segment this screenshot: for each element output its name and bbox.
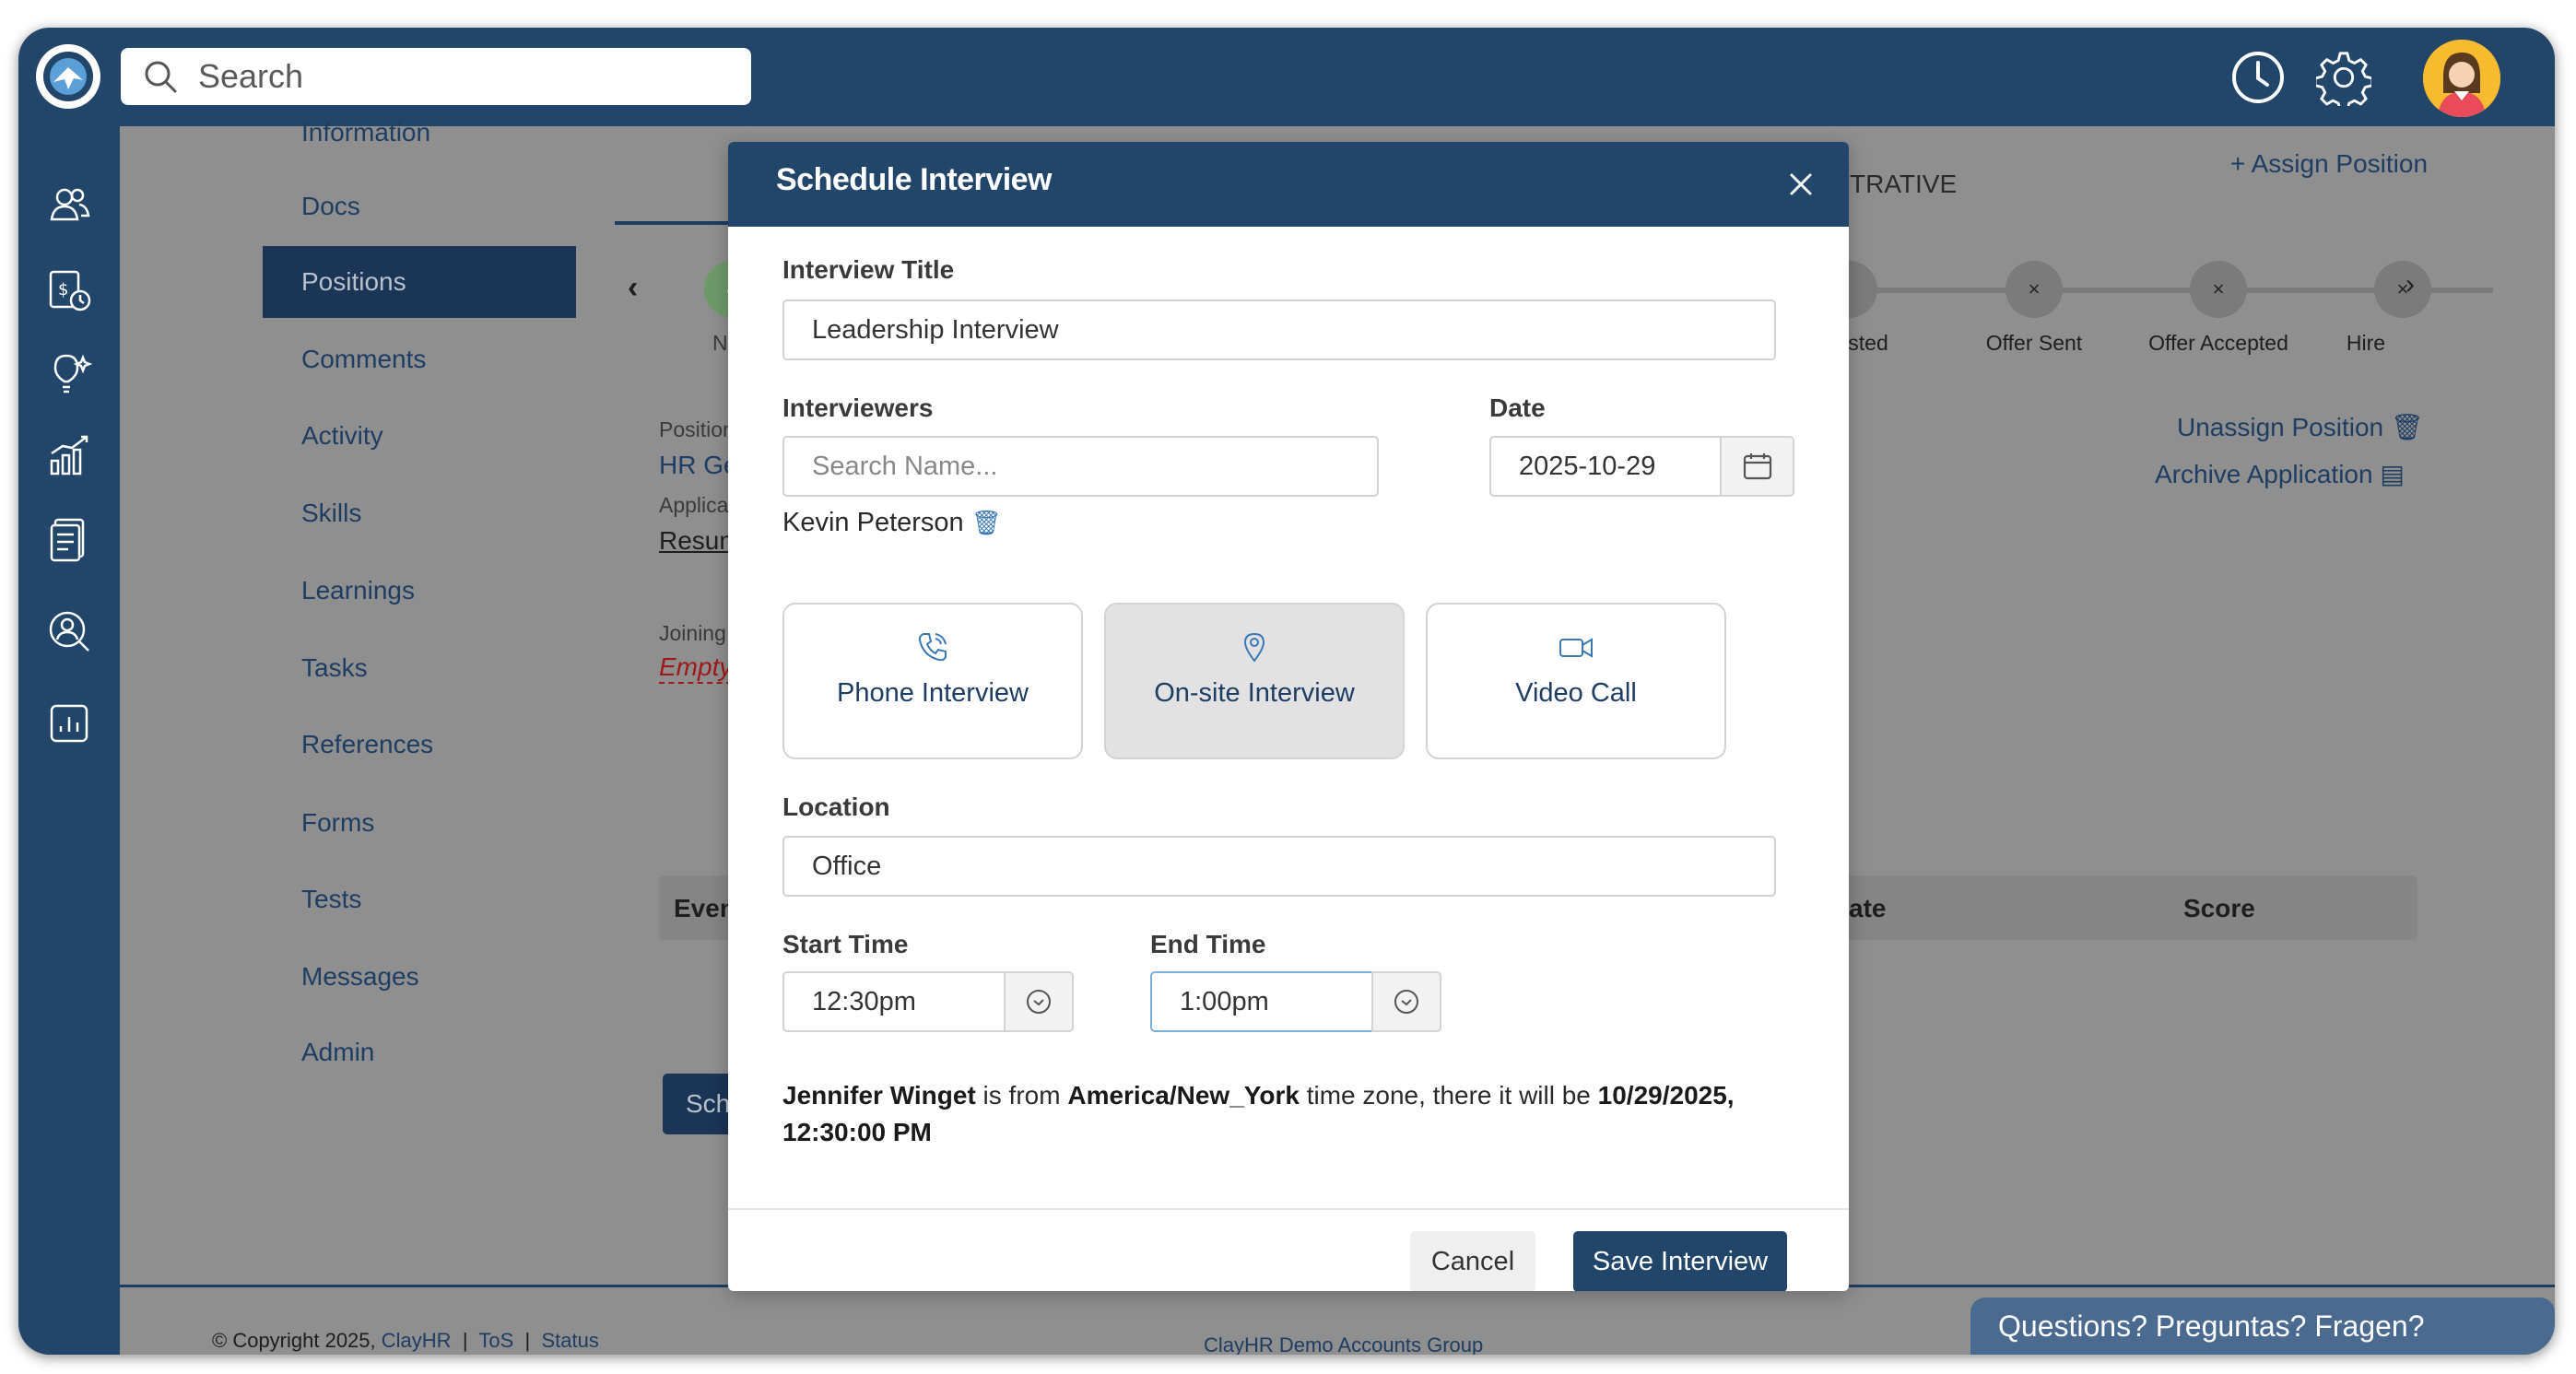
subnav-item-positions[interactable]: Positions <box>263 246 576 318</box>
footer-tos-link[interactable]: ToS <box>478 1329 513 1352</box>
clock-icon[interactable] <box>1371 971 1441 1032</box>
date-input[interactable] <box>1489 436 1722 497</box>
score-column-header: Score <box>2183 894 2255 922</box>
pipeline-next-arrow[interactable]: › <box>2405 269 2415 300</box>
avatar[interactable] <box>2423 40 2500 117</box>
application-label: Applicati <box>659 493 739 517</box>
trash-icon[interactable]: 🗑 <box>971 509 1002 536</box>
location-label: Location <box>782 793 890 821</box>
person-search-icon[interactable] <box>41 604 97 659</box>
search-input[interactable] <box>196 56 716 97</box>
subnav-item-tasks[interactable]: Tasks <box>263 632 576 704</box>
subnav-item-comments[interactable]: Comments <box>263 323 576 395</box>
footer-status-link[interactable]: Status <box>541 1329 598 1352</box>
people-icon[interactable] <box>41 178 97 233</box>
pipeline-step-label: Offer Accepted <box>2148 331 2288 355</box>
subnav-item-skills[interactable]: Skills <box>263 477 576 549</box>
pipeline-step-offer-accepted[interactable]: × <box>2190 261 2247 318</box>
interviewers-label: Interviewers <box>782 393 934 422</box>
video-call-option[interactable]: Video Call <box>1426 603 1726 759</box>
save-interview-button[interactable]: Save Interview <box>1573 1231 1787 1291</box>
footer-company-link[interactable]: ClayHR <box>382 1329 452 1352</box>
subnav-item-docs[interactable]: Docs <box>263 170 576 242</box>
pipeline-step-label: sted <box>1848 331 1888 355</box>
pipeline-step-offer-sent[interactable]: × <box>2006 261 2063 318</box>
trash-icon: 🗑 <box>2390 413 2424 441</box>
onsite-interview-label: On-site Interview <box>1154 678 1355 708</box>
interview-title-input[interactable] <box>782 299 1776 360</box>
schedule-interview-dialog: Schedule Interview Interview Title Inter… <box>728 142 1849 1291</box>
phone-interview-option[interactable]: Phone Interview <box>782 603 1083 759</box>
start-time-label: Start Time <box>782 930 909 958</box>
search-icon <box>145 61 177 93</box>
app-window: $ <box>18 28 2555 1355</box>
phone-interview-label: Phone Interview <box>837 678 1029 708</box>
date-column-header: ate <box>1849 894 1887 922</box>
video-camera-icon <box>1559 638 1593 658</box>
end-time-label: End Time <box>1150 930 1266 958</box>
left-nav-rail: $ <box>18 126 120 1355</box>
location-input[interactable] <box>782 836 1776 897</box>
start-time-input[interactable] <box>782 971 1006 1032</box>
plus-icon: + <box>2230 149 2252 178</box>
archive-application-link[interactable]: Archive Application ▤ <box>2155 459 2405 489</box>
assign-position-link[interactable]: + Assign Position <box>2230 149 2428 179</box>
date-label: Date <box>1489 393 1546 422</box>
subnav-item-messages[interactable]: Messages <box>263 941 576 1013</box>
location-pin-icon <box>1243 632 1265 663</box>
phone-icon <box>918 633 947 662</box>
svg-text:$: $ <box>58 280 68 299</box>
close-icon[interactable] <box>1782 166 1819 203</box>
pipeline-step-hire[interactable]: × <box>2374 261 2431 318</box>
interviewer-search-input[interactable] <box>782 436 1379 497</box>
interview-title-label: Interview Title <box>782 255 955 284</box>
pipeline-prev-arrow[interactable]: ‹ <box>628 270 638 306</box>
footer-left: © Copyright 2025, ClayHR | ToS | Status <box>212 1329 599 1352</box>
subnav-item-admin[interactable]: Admin <box>263 1016 576 1088</box>
lightbulb-icon[interactable] <box>41 346 97 401</box>
video-call-label: Video Call <box>1515 678 1637 708</box>
dialog-header: Schedule Interview <box>728 142 1849 227</box>
subnav-item-references[interactable]: References <box>263 709 576 781</box>
footer-group: ClayHR Demo Accounts Group <box>1204 1333 1484 1355</box>
archive-icon: ▤ <box>2380 460 2405 488</box>
document-icon[interactable] <box>41 511 97 567</box>
subnav-item-forms[interactable]: Forms <box>263 787 576 859</box>
joining-date-value[interactable]: Empty <box>659 652 733 684</box>
report-icon[interactable] <box>41 696 97 751</box>
chat-widget[interactable]: Questions? Preguntas? Fragen? <box>1970 1298 2555 1355</box>
interviewer-chip: Kevin Peterson 🗑 <box>782 508 1002 537</box>
pipeline-step-label: Offer Sent <box>1985 331 2083 355</box>
clock-icon[interactable] <box>2230 50 2286 105</box>
dialog-footer-divider <box>728 1208 1849 1210</box>
clock-icon[interactable] <box>1004 971 1074 1032</box>
subnav-item-learnings[interactable]: Learnings <box>263 555 576 627</box>
dialog-title: Schedule Interview <box>776 162 1053 197</box>
calendar-icon[interactable] <box>1720 436 1794 497</box>
subnav-item-tests[interactable]: Tests <box>263 863 576 935</box>
unassign-position-link[interactable]: Unassign Position 🗑 <box>2177 412 2423 442</box>
payroll-icon[interactable]: $ <box>41 263 97 318</box>
tab-administrative[interactable]: TRATIVE <box>1850 170 1957 199</box>
cancel-button[interactable]: Cancel <box>1410 1231 1535 1291</box>
onsite-interview-option[interactable]: On-site Interview <box>1104 603 1405 759</box>
gear-icon[interactable] <box>2316 50 2371 106</box>
timezone-note: Jennifer Winget is from America/New_York… <box>782 1081 1735 1146</box>
app-logo[interactable] <box>36 44 100 109</box>
chart-icon[interactable] <box>41 429 97 484</box>
subnav-item-activity[interactable]: Activity <box>263 400 576 472</box>
subnav-item-information[interactable]: Information <box>263 97 576 169</box>
end-time-input[interactable] <box>1150 971 1373 1032</box>
pipeline-step-label: Hire <box>2346 331 2386 355</box>
